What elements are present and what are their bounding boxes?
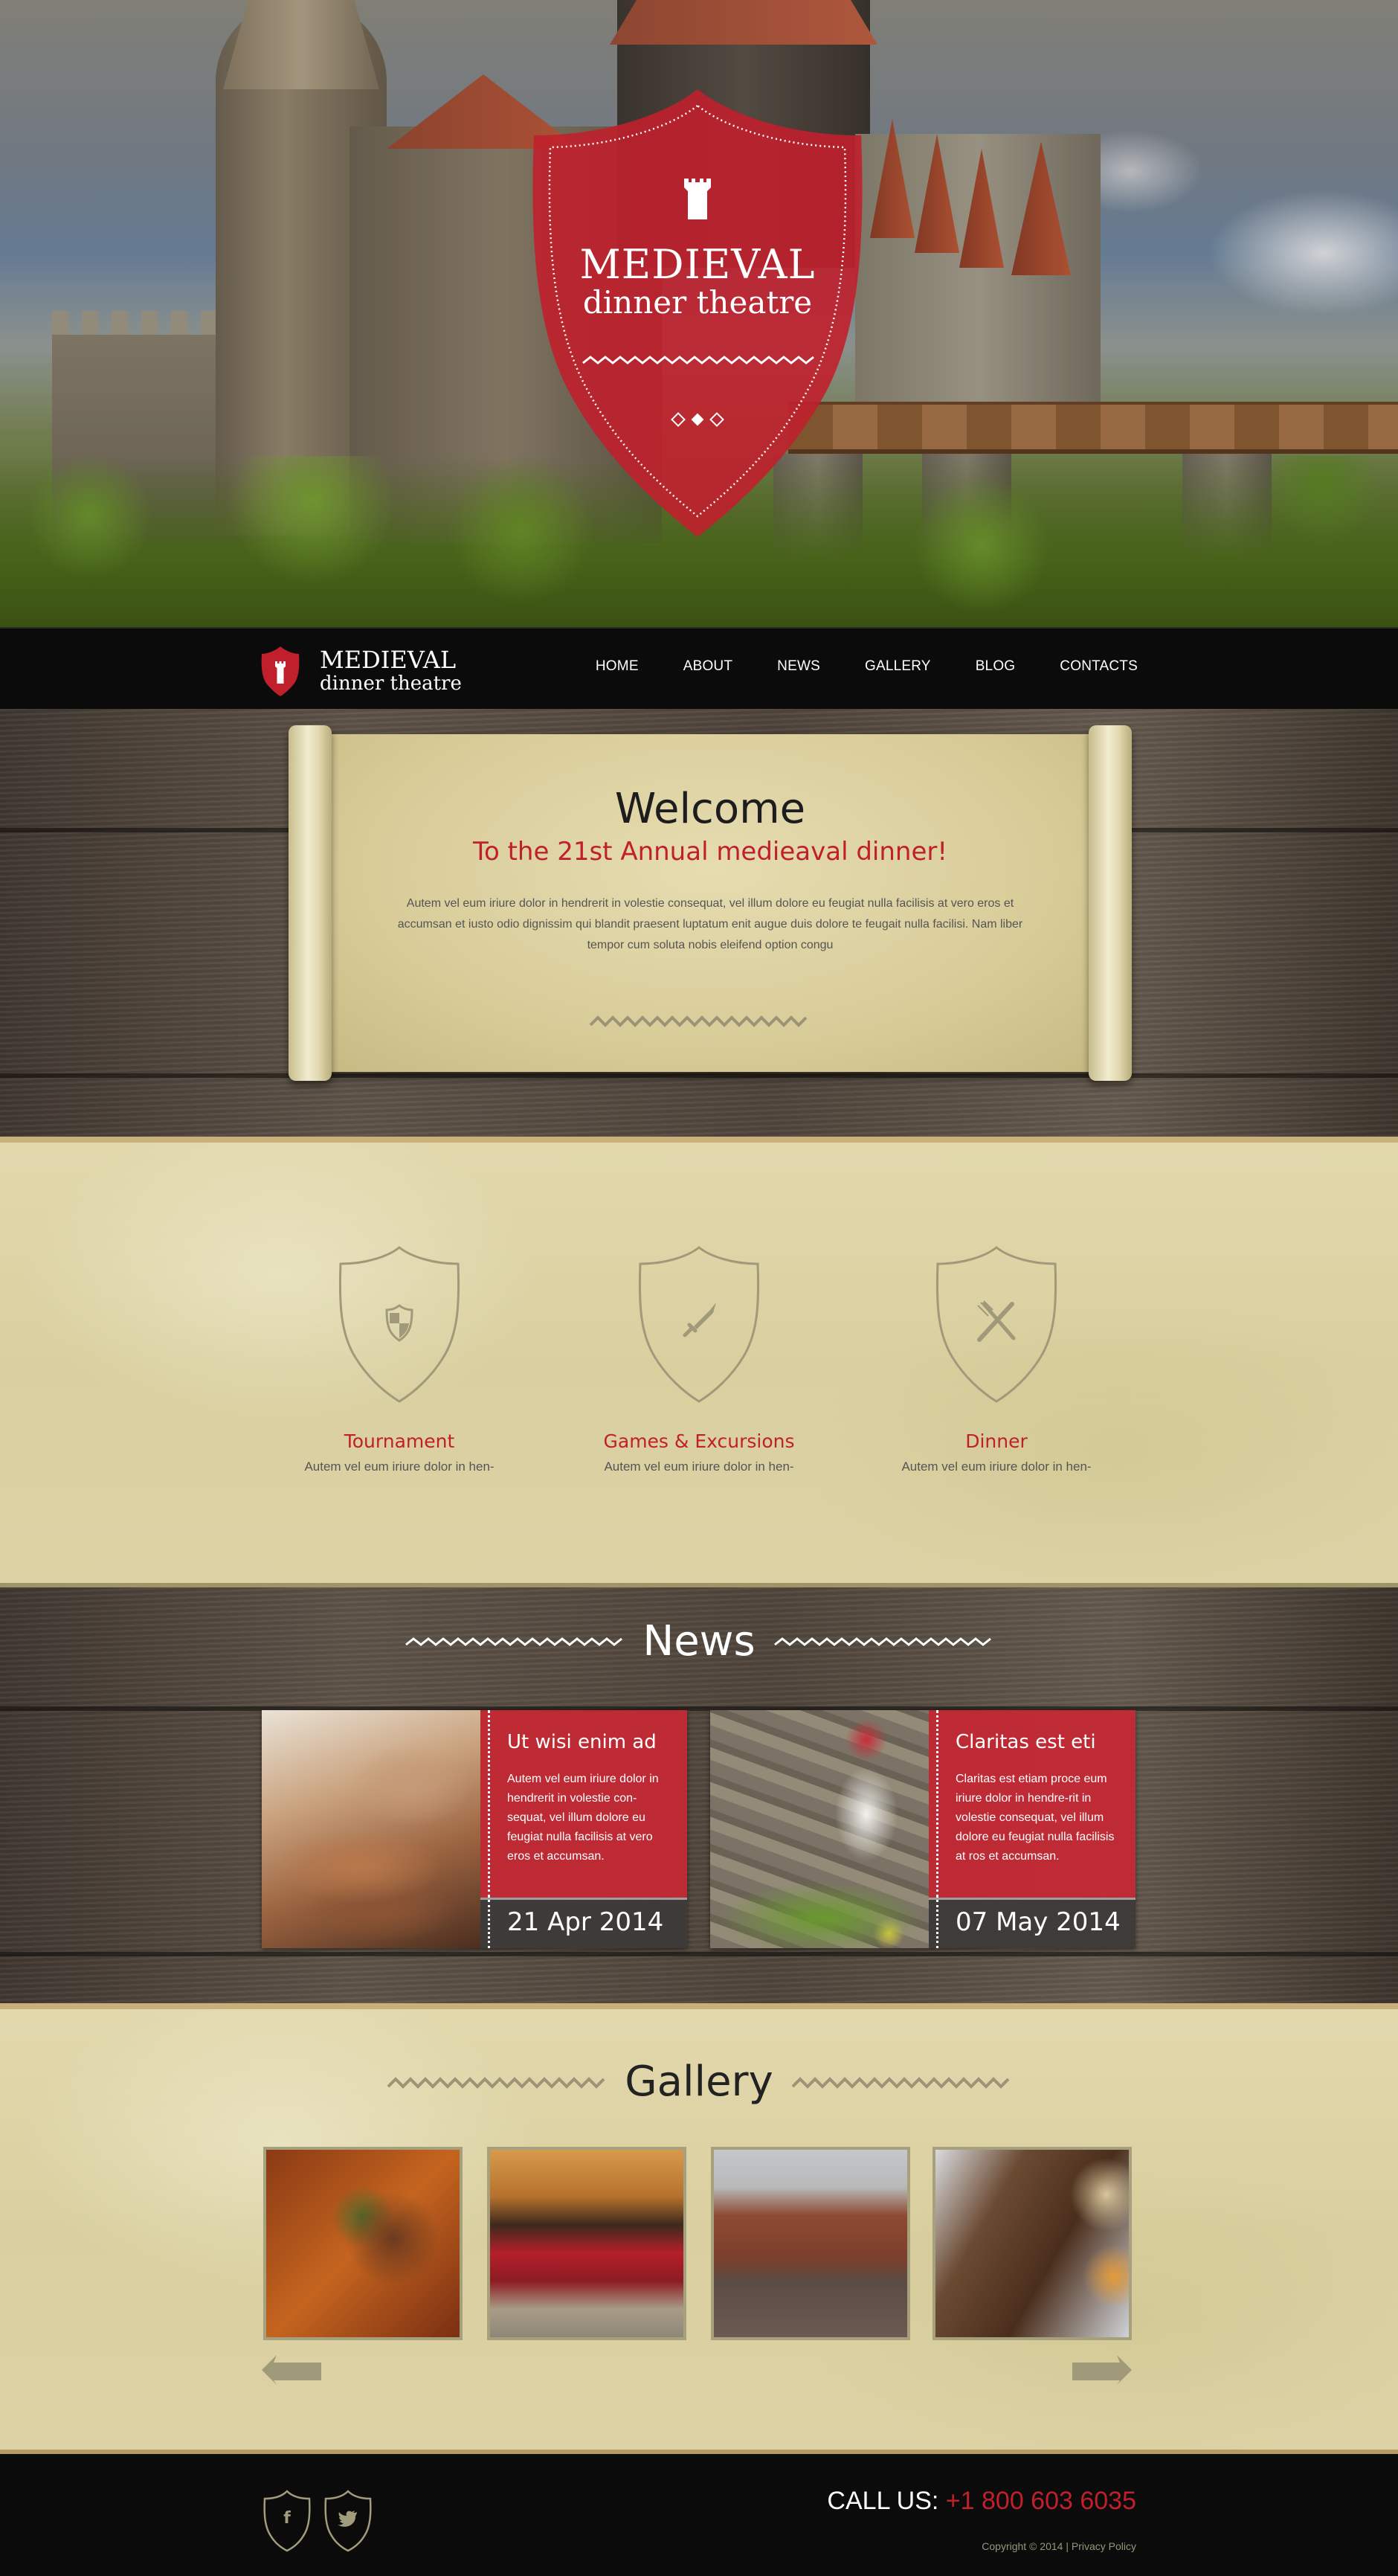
scroll-roll-left <box>289 725 332 1081</box>
nav-menu: HOME ABOUT NEWS GALLERY BLOG CONTACTS <box>573 658 1138 675</box>
call-label: CALL US: <box>827 2487 939 2515</box>
gallery-next-arrow-icon[interactable] <box>1072 2355 1132 2385</box>
zigzag-divider <box>387 2076 605 2089</box>
copyright: Copyright © 2014 | Privacy Policy <box>982 2540 1136 2552</box>
nav-item-about[interactable]: ABOUT <box>661 658 755 675</box>
hero-banner: MEDIEVAL dinner theatre <box>0 0 1398 627</box>
slider-dot[interactable] <box>709 412 724 427</box>
nav-item-blog[interactable]: BLOG <box>953 658 1038 675</box>
news-title[interactable]: Ut wisi enim ad <box>507 1731 657 1753</box>
feature-dinner[interactable]: Dinner Autem vel eum iriure dolor in hen… <box>863 1244 1130 1474</box>
slider-dot-active[interactable] <box>691 413 704 426</box>
news-title[interactable]: Claritas est eti <box>956 1731 1096 1753</box>
parchment-scroll: Welcome To the 21st Annual medieaval din… <box>289 725 1132 1081</box>
news-section: News Ut wisi enim ad Autem vel eum iriur… <box>0 1583 1398 2003</box>
gallery-section: Gallery <box>0 2003 1398 2450</box>
gallery-prev-arrow-icon[interactable] <box>262 2355 321 2385</box>
zigzag-divider <box>589 1015 808 1027</box>
news-date: 07 May 2014 <box>956 1907 1121 1937</box>
feature-tournament[interactable]: Tournament Autem vel eum iriure dolor in… <box>265 1244 533 1474</box>
facebook-icon: f <box>283 2509 291 2528</box>
feature-title: Dinner <box>965 1430 1028 1452</box>
feature-games-excursions[interactable]: Games & Excursions Autem vel eum iriure … <box>565 1244 833 1474</box>
zigzag-divider <box>791 2076 1010 2089</box>
feature-text: Autem vel eum iriure dolor in hen- <box>604 1459 794 1474</box>
logo-title: MEDIEVAL <box>320 646 457 674</box>
feature-text: Autem vel eum iriure dolor in hen- <box>901 1459 1092 1474</box>
news-heading: News <box>642 1617 756 1666</box>
gallery-thumb-roast[interactable] <box>932 2147 1132 2340</box>
logo-subtitle: dinner theatre <box>320 672 462 695</box>
fork-knife-icon <box>935 1246 1057 1403</box>
hero-brand-title: MEDIEVAL <box>579 241 816 288</box>
features-section: Tournament Autem vel eum iriure dolor in… <box>0 1137 1398 1583</box>
feature-title: Games & Excursions <box>603 1430 795 1452</box>
feature-title: Tournament <box>344 1430 455 1452</box>
slider-pagination <box>671 412 724 427</box>
nav-item-contacts[interactable]: CONTACTS <box>1037 658 1138 675</box>
tower-icon <box>684 179 711 219</box>
news-image-market[interactable] <box>710 1710 929 1948</box>
facebook-link[interactable]: f <box>262 2490 312 2552</box>
news-image-bracelets[interactable] <box>262 1710 480 1948</box>
shield-outline-icon <box>324 2490 372 2552</box>
main-navbar: MEDIEVAL dinner theatre HOME ABOUT NEWS … <box>0 627 1398 709</box>
slider-dot[interactable] <box>671 412 686 427</box>
gallery-heading: Gallery <box>625 2058 773 2106</box>
privacy-policy-link[interactable]: Privacy Policy <box>1072 2540 1136 2552</box>
news-card[interactable]: Claritas est eti Claritas est etiam proc… <box>710 1710 1136 1948</box>
feature-text: Autem vel eum iriure dolor in hen- <box>304 1459 495 1474</box>
gallery-thumb-castle-moat[interactable] <box>711 2147 910 2340</box>
welcome-section: Welcome To the 21st Annual medieaval din… <box>0 709 1398 1137</box>
news-excerpt: Autem vel eum iriure dolor in hendrerit … <box>507 1773 659 1863</box>
welcome-title: Welcome <box>614 785 806 833</box>
phone-number[interactable]: +1 800 603 6035 <box>946 2487 1136 2515</box>
call-us: CALL US: +1 800 603 6035 <box>827 2487 1136 2516</box>
nav-item-home[interactable]: HOME <box>573 658 661 675</box>
scroll-roll-right <box>1089 725 1132 1081</box>
zigzag-divider <box>773 1637 991 1646</box>
hero-brand-subtitle: dinner theatre <box>582 284 813 321</box>
welcome-subtitle: To the 21st Annual medieaval dinner! <box>473 837 947 867</box>
social-links: f <box>262 2490 373 2552</box>
heraldic-shield-icon <box>338 1246 460 1403</box>
news-card[interactable]: Ut wisi enim ad Autem vel eum iriure dol… <box>262 1710 687 1948</box>
site-footer: f CALL US: +1 800 603 6035 Copyright © 2… <box>0 2450 1398 2576</box>
gallery-thumb-market-tent[interactable] <box>487 2147 686 2340</box>
news-excerpt: Claritas est etiam proce eum iriure dolo… <box>956 1773 1115 1863</box>
copyright-text: Copyright © 2014 | <box>982 2540 1069 2552</box>
twitter-link[interactable] <box>323 2490 373 2552</box>
nav-item-news[interactable]: NEWS <box>755 658 843 675</box>
gallery-thumb-stew[interactable] <box>263 2147 463 2340</box>
zigzag-divider <box>405 1637 623 1646</box>
logo-shield-icon <box>261 646 300 696</box>
hero-logo-shield: MEDIEVAL dinner theatre <box>519 83 876 541</box>
sword-icon <box>638 1246 760 1403</box>
welcome-body: Autem vel eum iriure dolor in hendrerit … <box>397 897 1023 951</box>
news-date: 21 Apr 2014 <box>507 1907 664 1937</box>
nav-item-gallery[interactable]: GALLERY <box>843 658 953 675</box>
site-logo[interactable]: MEDIEVAL dinner theatre <box>260 645 483 697</box>
